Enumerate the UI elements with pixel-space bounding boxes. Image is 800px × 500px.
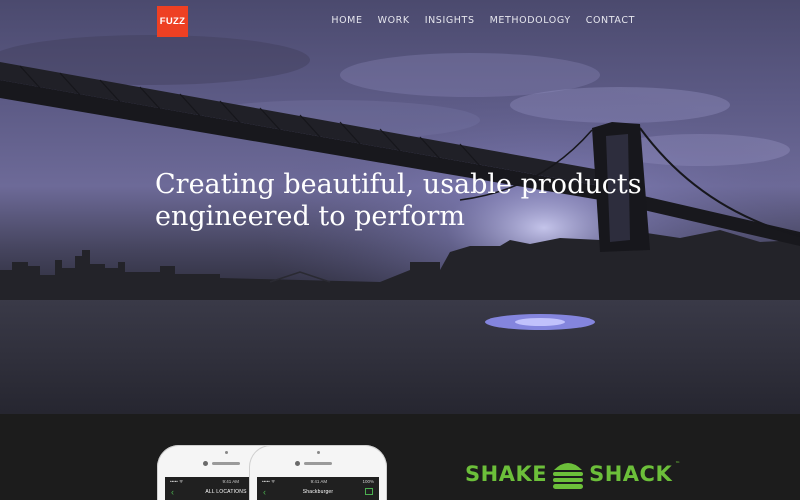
phone-camera-icon (203, 461, 208, 466)
fuzz-logo[interactable]: FUZZ (157, 6, 188, 37)
nav-methodology[interactable]: METHODOLOGY (490, 15, 571, 26)
app-header-title: Shackburger (302, 489, 334, 495)
nav-insights[interactable]: INSIGHTS (425, 15, 475, 26)
logo-word-shack: SHACK (589, 462, 673, 486)
case-study-section: ••••• ᯤ 9:41 AM ✱ ‹ ALL LOCATIONS ••••• … (0, 414, 800, 500)
phone-screen: ••••• ᯤ 9:41 AM 100% ‹ Shackburger (257, 477, 379, 500)
hero-headline: Creating beautiful, usable products engi… (155, 169, 675, 233)
phone-time: 9:41 AM (310, 479, 328, 484)
app-header-bar: ‹ Shackburger (257, 486, 379, 498)
phone-time: 9:41 AM (222, 479, 239, 484)
logo-word-shake: SHAKE (465, 462, 548, 486)
burger-icon (553, 463, 584, 489)
phone-speaker (212, 462, 240, 465)
hero-headline-line-1: Creating beautiful, usable products (155, 169, 642, 200)
nav-contact[interactable]: CONTACT (586, 15, 635, 26)
nav-work[interactable]: WORK (378, 15, 410, 26)
hero-section: FUZZ HOME WORK INSIGHTS METHODOLOGY CONT… (0, 0, 800, 414)
hero-headline-line-2: engineered to perform (155, 201, 465, 232)
phone-speaker (304, 462, 332, 465)
trademark-mark: ™ (675, 461, 681, 467)
back-chevron-icon: ‹ (263, 487, 267, 497)
battery-label: 100% (362, 479, 374, 484)
phone-sensor (317, 451, 320, 454)
shake-shack-logo: SHAKE SHACK ™ (465, 458, 681, 490)
nav-home[interactable]: HOME (331, 15, 362, 26)
bag-icon (365, 488, 373, 495)
phone-sensor (225, 451, 228, 454)
back-chevron-icon: ‹ (171, 487, 175, 497)
app-header-title: ALL LOCATIONS (205, 489, 247, 495)
phone-mockup-right: ••••• ᯤ 9:41 AM 100% ‹ Shackburger (249, 445, 387, 500)
page: FUZZ HOME WORK INSIGHTS METHODOLOGY CONT… (0, 0, 800, 500)
signal-icon: ••••• ᯤ (170, 478, 184, 484)
main-nav: HOME WORK INSIGHTS METHODOLOGY CONTACT (331, 15, 635, 26)
phone-status-bar: ••••• ᯤ 9:41 AM 100% (257, 477, 379, 486)
phone-camera-icon (295, 461, 300, 466)
signal-icon: ••••• ᯤ (262, 478, 276, 484)
